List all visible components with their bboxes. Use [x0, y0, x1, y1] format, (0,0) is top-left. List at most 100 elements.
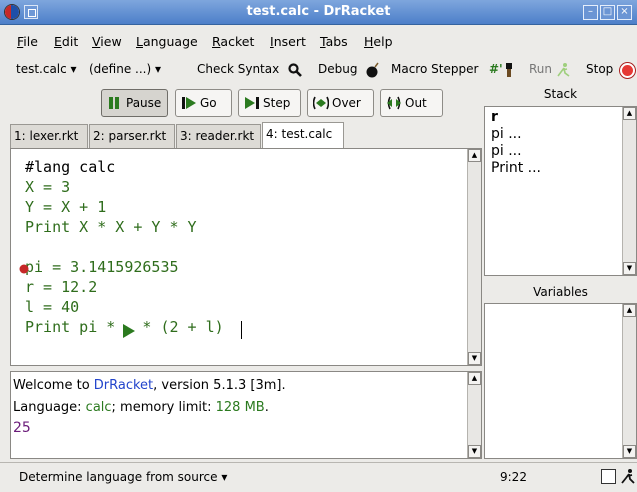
go-button[interactable]: Go	[175, 89, 232, 117]
check-syntax-label: Check Syntax	[197, 62, 280, 76]
code-line: Y = X + 1	[25, 198, 107, 216]
step-out-button[interactable]: Out	[380, 89, 443, 117]
menu-language[interactable]: Language	[136, 34, 198, 49]
interactions-pane[interactable]: Welcome to DrRacket, version 5.1.3 [3m].…	[10, 371, 482, 459]
menu-bar: File Edit View Language Racket Insert Ta…	[0, 34, 637, 52]
tab-parser[interactable]: 2: parser.rkt	[89, 124, 175, 148]
language-prefix: Language:	[13, 400, 86, 415]
welcome-suffix: , version 5.1.3 [3m].	[153, 378, 286, 393]
stack-panel[interactable]: r pi ... pi ... Print ... ▲ ▼	[484, 106, 637, 276]
step-label: Step	[263, 96, 291, 110]
memory-limit: 128 MB	[215, 400, 265, 415]
menu-racket[interactable]: Racket	[212, 34, 254, 49]
interactions-scrollbar[interactable]: ▲ ▼	[467, 372, 481, 458]
welcome-line: Welcome to DrRacket, version 5.1.3 [3m].	[13, 375, 286, 396]
stack-title: Stack	[543, 87, 578, 101]
gc-indicator	[601, 469, 616, 484]
language-suffix: .	[264, 400, 269, 415]
step-over-button[interactable]: Over	[307, 89, 374, 117]
stop-label: Stop	[586, 62, 614, 76]
pause-icon	[109, 97, 119, 109]
pause-button[interactable]: Pause	[101, 89, 168, 117]
step-icon	[245, 97, 259, 109]
check-syntax-button[interactable]: Check Syntax	[197, 62, 279, 76]
language-name: calc	[85, 400, 112, 415]
runner-icon	[557, 63, 570, 77]
macro-stepper-label: Macro Stepper	[391, 62, 479, 76]
stack-list: r pi ... pi ... Print ...	[491, 109, 541, 177]
variables-panel[interactable]: ▲ ▼	[484, 303, 637, 459]
step-over-icon	[313, 96, 329, 110]
run-button[interactable]: Run	[529, 62, 552, 76]
menu-tabs[interactable]: Tabs	[320, 34, 348, 49]
go-icon	[182, 97, 196, 109]
menu-file[interactable]: File	[17, 34, 38, 49]
step-button[interactable]: Step	[238, 89, 301, 117]
stop-button[interactable]: Stop	[586, 62, 613, 76]
go-label: Go	[200, 96, 217, 110]
close-icon[interactable]: ×	[617, 5, 632, 20]
scroll-down-icon[interactable]: ▼	[623, 445, 636, 458]
breakpoint-icon[interactable]	[19, 264, 29, 274]
scroll-up-icon[interactable]: ▲	[623, 107, 636, 120]
editor-scrollbar[interactable]: ▲ ▼	[467, 149, 481, 365]
execution-pointer-icon	[123, 324, 135, 338]
running-person-icon	[621, 469, 635, 484]
language-middle: ; memory limit:	[111, 400, 216, 415]
stack-item[interactable]: Print ...	[491, 160, 541, 177]
maximize-icon[interactable]: □	[600, 5, 615, 20]
language-selector[interactable]: Determine language from source ▾	[19, 470, 227, 484]
title-bar: test.calc - DrRacket – □ ×	[0, 0, 637, 25]
step-out-label: Out	[405, 96, 427, 110]
drracket-window: test.calc - DrRacket – □ × File Edit Vie…	[0, 0, 637, 492]
bomb-icon	[366, 62, 379, 78]
tab-reader[interactable]: 3: reader.rkt	[176, 124, 261, 148]
stop-icon	[620, 63, 635, 78]
menu-view[interactable]: View	[92, 34, 122, 49]
magnifier-icon	[288, 63, 302, 77]
pause-label: Pause	[126, 96, 162, 110]
run-label: Run	[529, 62, 553, 76]
stack-item[interactable]: r	[491, 109, 541, 126]
menu-insert[interactable]: Insert	[270, 34, 306, 49]
tab-test-calc[interactable]: 4: test.calc	[262, 122, 344, 148]
scroll-up-icon[interactable]: ▲	[623, 304, 636, 317]
result-value: 25	[13, 420, 31, 436]
scroll-down-icon[interactable]: ▼	[468, 445, 481, 458]
stack-scrollbar[interactable]: ▲ ▼	[622, 107, 636, 275]
menu-help[interactable]: Help	[364, 34, 393, 49]
code-line: X = 3	[25, 178, 71, 196]
stack-item[interactable]: pi ...	[491, 126, 541, 143]
scroll-down-icon[interactable]: ▼	[468, 352, 481, 365]
macro-stepper-button[interactable]: Macro Stepper	[391, 62, 478, 76]
window-title: test.calc - DrRacket	[246, 4, 391, 19]
toolbar: test.calc ▾ (define ...) ▾ Check Syntax …	[0, 60, 637, 82]
debug-button[interactable]: Debug	[318, 62, 357, 76]
stack-item[interactable]: pi ...	[491, 143, 541, 160]
step-over-label: Over	[332, 96, 361, 110]
code-line: Print X * X + Y * Y	[25, 218, 197, 236]
clock-position: 9:22	[500, 470, 527, 484]
code-line: #lang calc	[25, 158, 116, 176]
define-selector[interactable]: (define ...) ▾	[89, 62, 161, 76]
minimize-icon[interactable]: –	[583, 5, 598, 20]
definitions-editor[interactable]: #lang calc X = 3 Y = X + 1 Print X * X + Y …	[10, 148, 482, 366]
menu-edit[interactable]: Edit	[54, 34, 78, 49]
step-out-icon	[387, 96, 401, 110]
macro-stepper-glyph: #'	[489, 62, 503, 76]
code-line: l = 40	[25, 298, 80, 316]
scroll-up-icon[interactable]: ▲	[468, 149, 481, 162]
tab-lexer[interactable]: 1: lexer.rkt	[10, 124, 88, 148]
file-selector[interactable]: test.calc ▾	[16, 62, 77, 76]
drracket-link[interactable]: DrRacket	[94, 378, 153, 393]
code-line: r = 12.2	[25, 278, 98, 296]
status-bar: Determine language from source ▾ 9:22	[0, 462, 637, 492]
variables-scrollbar[interactable]: ▲ ▼	[622, 304, 636, 458]
variables-title: Variables	[533, 285, 588, 299]
scroll-down-icon[interactable]: ▼	[623, 262, 636, 275]
foot-icon	[506, 63, 512, 77]
scroll-up-icon[interactable]: ▲	[468, 372, 481, 385]
welcome-prefix: Welcome to	[13, 378, 94, 393]
text-cursor	[241, 321, 242, 339]
debug-label: Debug	[318, 62, 358, 76]
